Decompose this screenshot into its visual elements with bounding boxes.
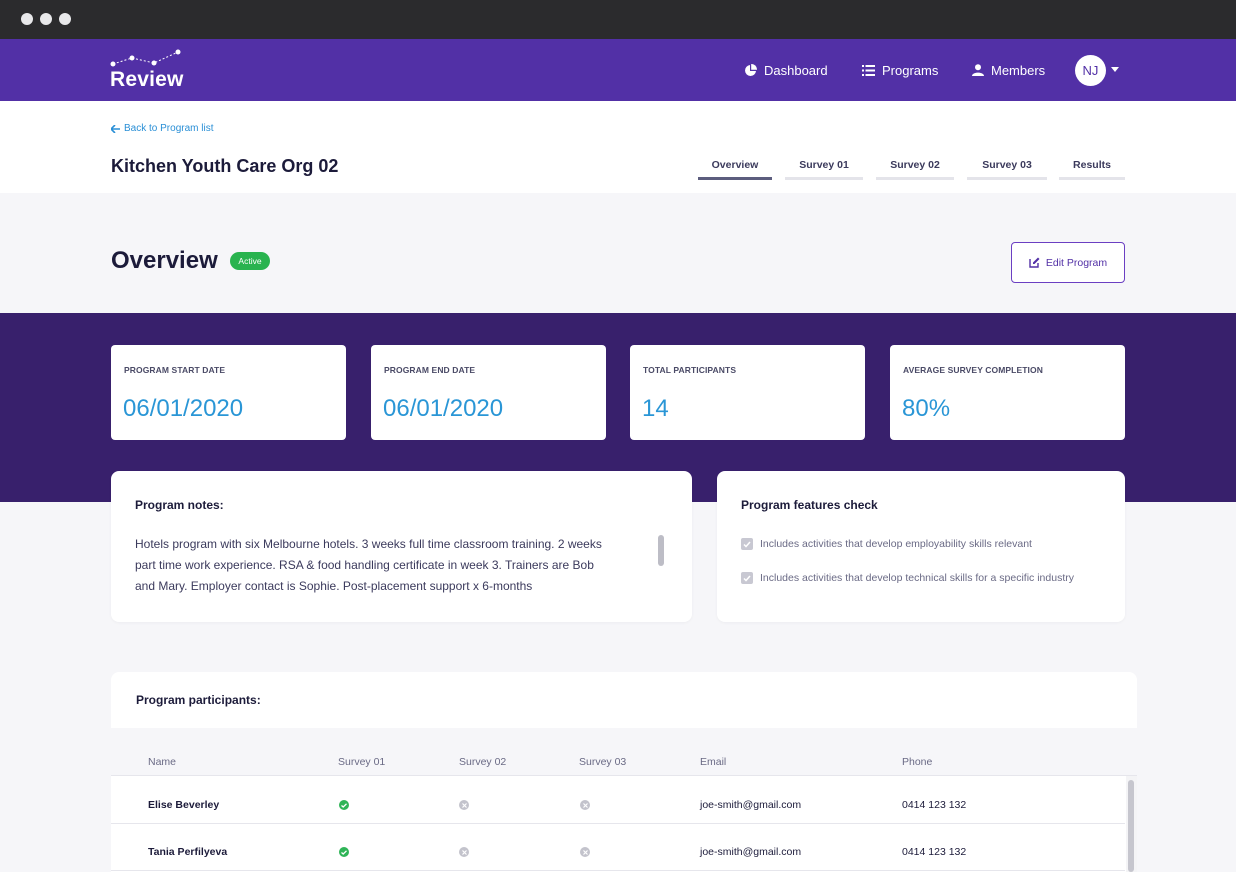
notes-line: part time work experience. RSA & food ha…: [135, 558, 594, 572]
program-participants-card: Program participants: Name Survey 01 Sur…: [111, 672, 1137, 872]
window-titlebar: [0, 0, 1236, 39]
list-icon: [862, 64, 875, 76]
stat-value: 14: [642, 395, 669, 422]
column-header-survey-01[interactable]: Survey 01: [338, 756, 385, 768]
table-row[interactable]: Elise Beverley joe-smith@gmail.com 0414 …: [111, 777, 1125, 824]
participant-email[interactable]: joe-smith@gmail.com: [700, 846, 801, 858]
feature-label: Includes activities that develop employa…: [760, 538, 1032, 550]
column-header-name[interactable]: Name: [148, 756, 176, 768]
stat-card-start-date: PROGRAM START DATE 06/01/2020: [111, 345, 346, 440]
chevron-down-icon[interactable]: [1111, 67, 1119, 72]
nav-members[interactable]: Members: [972, 61, 1045, 79]
nav-dashboard[interactable]: Dashboard: [744, 61, 828, 79]
x-circle-icon: [580, 800, 590, 810]
page-header: Back to Program list Kitchen Youth Care …: [0, 101, 1236, 193]
stat-value: 06/01/2020: [123, 395, 244, 422]
back-link-label: Back to Program list: [124, 123, 214, 134]
edit-program-button[interactable]: Edit Program: [1011, 242, 1125, 283]
stat-label: PROGRAM END DATE: [384, 365, 476, 375]
window-maximize-dot[interactable]: [59, 13, 71, 25]
feature-label: Includes activities that develop technic…: [760, 572, 1074, 584]
table-row[interactable]: Tania Perfilyeva joe-smith@gmail.com 041…: [111, 824, 1125, 871]
x-circle-icon: [459, 847, 469, 857]
checkbox-checked-icon[interactable]: [741, 538, 753, 550]
stat-card-total-participants: TOTAL PARTICIPANTS 14: [630, 345, 865, 440]
back-to-program-list-link[interactable]: Back to Program list: [111, 123, 213, 134]
stat-card-average-completion: AVERAGE SURVEY COMPLETION 80%: [890, 345, 1125, 440]
program-notes-text[interactable]: Hotels program with six Melbourne hotels…: [135, 534, 645, 597]
review-logo[interactable]: Review: [110, 49, 192, 91]
overview-heading: Overview: [111, 247, 218, 274]
program-features-title: Program features check: [741, 498, 878, 512]
participant-phone: 0414 123 132: [902, 846, 967, 858]
tab-results-underline: [1059, 177, 1125, 180]
checkbox-checked-icon[interactable]: [741, 572, 753, 584]
stat-label: TOTAL PARTICIPANTS: [643, 365, 737, 375]
participant-phone: 0414 123 132: [902, 799, 967, 811]
check-circle-icon: [339, 847, 349, 857]
notes-line: Hotels program with six Melbourne hotels…: [135, 537, 602, 551]
edit-program-label: Edit Program: [1045, 256, 1108, 269]
x-circle-icon: [580, 847, 590, 857]
nav-members-label: Members: [991, 62, 1046, 78]
program-participants-title: Program participants:: [136, 693, 261, 707]
stat-card-end-date: PROGRAM END DATE 06/01/2020: [371, 345, 606, 440]
feature-technical-skills[interactable]: Includes activities that develop technic…: [741, 572, 1074, 584]
program-notes-title: Program notes:: [135, 498, 224, 512]
nav-dashboard-label: Dashboard: [764, 62, 828, 78]
program-notes-card: Program notes: Hotels program with six M…: [111, 471, 692, 622]
edit-icon: [1029, 257, 1040, 268]
participant-name: Tania Perfilyeva: [148, 846, 228, 858]
tab-survey-01-underline: [785, 177, 863, 180]
table-scrollbar-thumb[interactable]: [1128, 780, 1134, 872]
stat-label: AVERAGE SURVEY COMPLETION: [903, 365, 1043, 375]
arrow-left-icon: [111, 124, 120, 133]
tab-overview-underline: [698, 177, 772, 180]
nav-programs-label: Programs: [882, 62, 939, 78]
program-features-card: Program features check Includes activiti…: [717, 471, 1125, 622]
feature-employability-skills[interactable]: Includes activities that develop employa…: [741, 538, 1032, 550]
window-minimize-dot[interactable]: [40, 13, 52, 25]
nav-programs[interactable]: Programs: [862, 61, 938, 79]
column-header-survey-02[interactable]: Survey 02: [459, 756, 506, 768]
x-circle-icon: [459, 800, 469, 810]
participant-name: Elise Beverley: [148, 799, 220, 811]
check-circle-icon: [339, 800, 349, 810]
stat-value: 80%: [902, 395, 951, 422]
page-title: Kitchen Youth Care Org 02: [111, 156, 339, 176]
status-badge: Active: [230, 252, 270, 270]
user-avatar[interactable]: NJ: [1075, 55, 1106, 86]
notes-scrollbar[interactable]: [658, 535, 664, 566]
window-close-dot[interactable]: [21, 13, 33, 25]
participant-email[interactable]: joe-smith@gmail.com: [700, 799, 801, 811]
tab-survey-02-underline: [876, 177, 954, 180]
pie-chart-icon: [745, 63, 757, 76]
column-header-email[interactable]: Email: [700, 756, 726, 768]
logo-text: Review: [110, 68, 184, 91]
table-header: Name Survey 01 Survey 02 Survey 03 Email…: [111, 728, 1137, 776]
stat-label: PROGRAM START DATE: [124, 365, 226, 375]
user-icon: [972, 64, 984, 76]
column-header-survey-03[interactable]: Survey 03: [579, 756, 626, 768]
column-header-phone[interactable]: Phone: [902, 756, 932, 768]
tab-survey-03-underline: [967, 177, 1047, 180]
top-navbar: Review Dashboard Programs Members NJ: [0, 39, 1236, 101]
stat-value: 06/01/2020: [383, 395, 504, 422]
notes-line: and Mary. Employer contact is Sophie. Po…: [135, 579, 533, 593]
